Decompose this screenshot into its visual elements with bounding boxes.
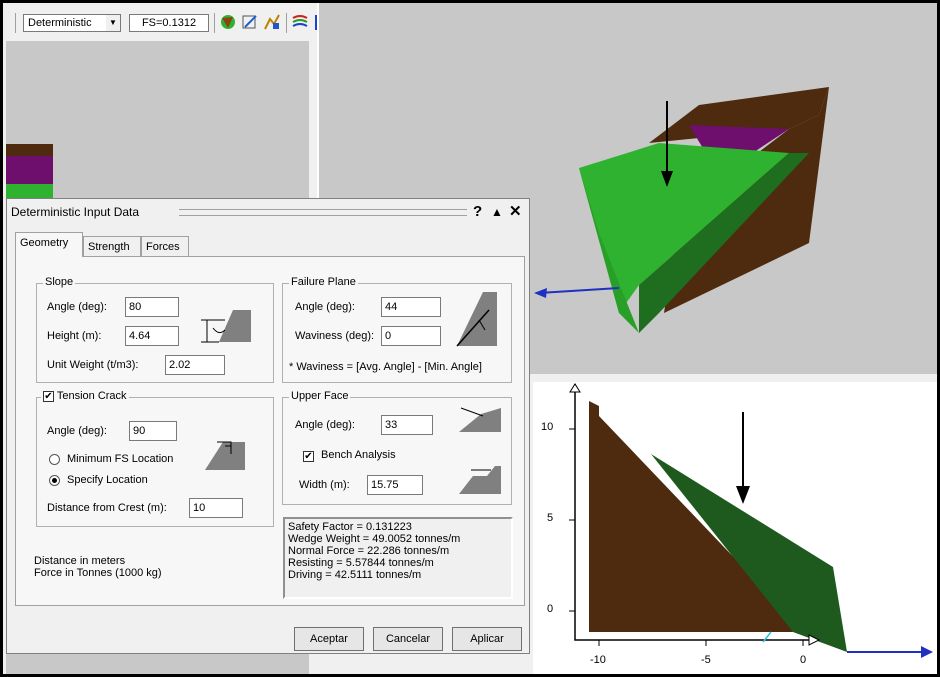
units-force: Force in Tonnes (1000 kg)	[34, 567, 162, 579]
tension-crack-checkbox[interactable]: ✔	[43, 390, 54, 402]
section-axis-blue-head	[921, 646, 933, 658]
slope-diagram-icon	[201, 310, 251, 343]
unit-weight-input[interactable]: 2.02	[165, 355, 225, 375]
upper-face-group: Upper Face Angle (deg): 33 ✔ Bench Analy…	[282, 390, 512, 505]
slope-height-label: Height (m):	[47, 330, 102, 342]
axis-x-3d-head	[534, 288, 547, 298]
slope-angle-label: Angle (deg):	[47, 301, 107, 313]
result-driving: Driving = 42.5111 tonnes/m	[288, 569, 422, 581]
tension-crack-caption-wrap: ✔ Tension Crack	[41, 390, 129, 402]
edit-geometry-icon[interactable]	[241, 13, 259, 31]
failure-plane-group: Failure Plane Angle (deg): 44 Waviness (…	[282, 276, 512, 383]
upper-face-diagram-icon	[459, 407, 501, 432]
ok-button[interactable]: Aceptar	[294, 627, 364, 651]
y-axis-arrow	[569, 383, 581, 393]
slope-angle-input[interactable]: 80	[125, 297, 179, 317]
slope-caption: Slope	[43, 276, 76, 288]
toolbar-separator	[15, 13, 16, 33]
specify-location-label: Specify Location	[67, 474, 148, 486]
unit-weight-label: Unit Weight (t/m3):	[47, 359, 139, 371]
slope-height-input[interactable]: 4.64	[125, 326, 179, 346]
upper-face-angle-input[interactable]: 33	[381, 415, 433, 435]
specify-location-radio[interactable]	[49, 475, 60, 486]
apply-button[interactable]: Aplicar	[452, 627, 522, 651]
bench-analysis-label: Bench Analysis	[321, 449, 396, 461]
crest-distance-input[interactable]: 10	[189, 498, 243, 518]
y-tick-label: 10	[541, 421, 554, 433]
min-fs-location-label: Minimum FS Location	[67, 453, 174, 465]
render-wedge-icon[interactable]	[219, 13, 237, 31]
y-tick-label: 5	[547, 512, 554, 524]
waviness-note: * Waviness = [Avg. Angle] - [Min. Angle]	[289, 361, 482, 373]
failure-angle-label: Angle (deg):	[295, 301, 355, 313]
x-tick-label: -5	[701, 654, 711, 666]
tab-geometry[interactable]: Geometry	[15, 232, 83, 257]
tab-strength[interactable]: Strength	[83, 236, 141, 256]
rock-layer	[6, 144, 53, 156]
tension-crack-group: ✔ Tension Crack Angle (deg): 90 Minimum …	[36, 390, 274, 527]
result-wedge-weight: Wedge Weight = 49.0052 tonnes/m	[288, 533, 461, 545]
toolbar-separator	[286, 13, 287, 33]
analysis-mode-dropdown[interactable]: Deterministic ▼	[23, 14, 121, 32]
sensitivity-icon[interactable]	[263, 13, 281, 31]
section-load-arrow-head	[736, 486, 750, 504]
dialog-title: Deterministic Input Data	[11, 205, 140, 219]
tab-forces[interactable]: Forces	[141, 236, 189, 256]
results-box: Safety Factor = 0.131223 Wedge Weight = …	[283, 517, 513, 599]
crack-angle-input[interactable]: 90	[129, 421, 177, 441]
upper-face-caption: Upper Face	[289, 390, 351, 402]
x-tick-label: -10	[590, 654, 606, 666]
app-window: Deterministic ▼ FS=0.1312 10 5 0 -10 -5 …	[3, 3, 937, 674]
section-view[interactable]: 10 5 0 -10 -5 0	[533, 382, 937, 674]
failure-angle-input[interactable]: 44	[381, 297, 441, 317]
fs-display: FS=0.1312	[129, 14, 209, 32]
titlebar-grip	[179, 209, 467, 216]
y-tick-label: 0	[547, 603, 554, 615]
tension-crack-diagram-icon	[205, 441, 245, 470]
deterministic-input-dialog: Deterministic Input Data ? ▲ ✕ Geometry …	[6, 198, 530, 654]
bench-width-label: Width (m):	[299, 479, 350, 491]
failure-plane-caption: Failure Plane	[289, 276, 358, 288]
bench-diagram-icon	[459, 466, 501, 494]
help-button[interactable]: ?	[473, 199, 482, 225]
tension-crack-caption: Tension Crack	[56, 390, 127, 402]
waviness-label: Waviness (deg):	[295, 330, 375, 342]
result-safety-factor: Safety Factor = 0.131223	[288, 521, 412, 533]
collapse-button[interactable]: ▲	[491, 199, 503, 225]
failure-plane-diagram-icon	[456, 292, 497, 347]
upper-face-angle-label: Angle (deg):	[295, 419, 355, 431]
result-normal-force: Normal Force = 22.286 tonnes/m	[288, 545, 450, 557]
dialog-titlebar[interactable]: Deterministic Input Data ? ▲ ✕	[7, 199, 529, 225]
result-resisting: Resisting = 5.57844 tonnes/m	[288, 557, 434, 569]
waviness-input[interactable]: 0	[381, 326, 441, 346]
x-tick-label: 0	[800, 654, 807, 666]
units-distance: Distance in meters	[34, 555, 126, 567]
toolbar-separator	[214, 13, 215, 33]
cancel-button[interactable]: Cancelar	[373, 627, 443, 651]
crest-distance-label: Distance from Crest (m):	[47, 502, 167, 514]
bench-width-input[interactable]: 15.75	[367, 475, 423, 495]
min-fs-location-radio[interactable]	[49, 454, 60, 465]
contour-icon[interactable]	[291, 13, 309, 31]
axis-x-3d	[538, 287, 620, 294]
crack-angle-label: Angle (deg):	[47, 425, 107, 437]
section-plot	[569, 383, 933, 658]
bench-layer	[6, 156, 53, 184]
slope-group: Slope Angle (deg): 80 Height (m): 4.64 U…	[36, 276, 274, 383]
close-button[interactable]: ✕	[509, 199, 522, 225]
analysis-mode-value: Deterministic	[28, 17, 92, 29]
bench-analysis-checkbox[interactable]: ✔	[303, 451, 314, 462]
chevron-down-icon[interactable]: ▼	[106, 15, 120, 31]
